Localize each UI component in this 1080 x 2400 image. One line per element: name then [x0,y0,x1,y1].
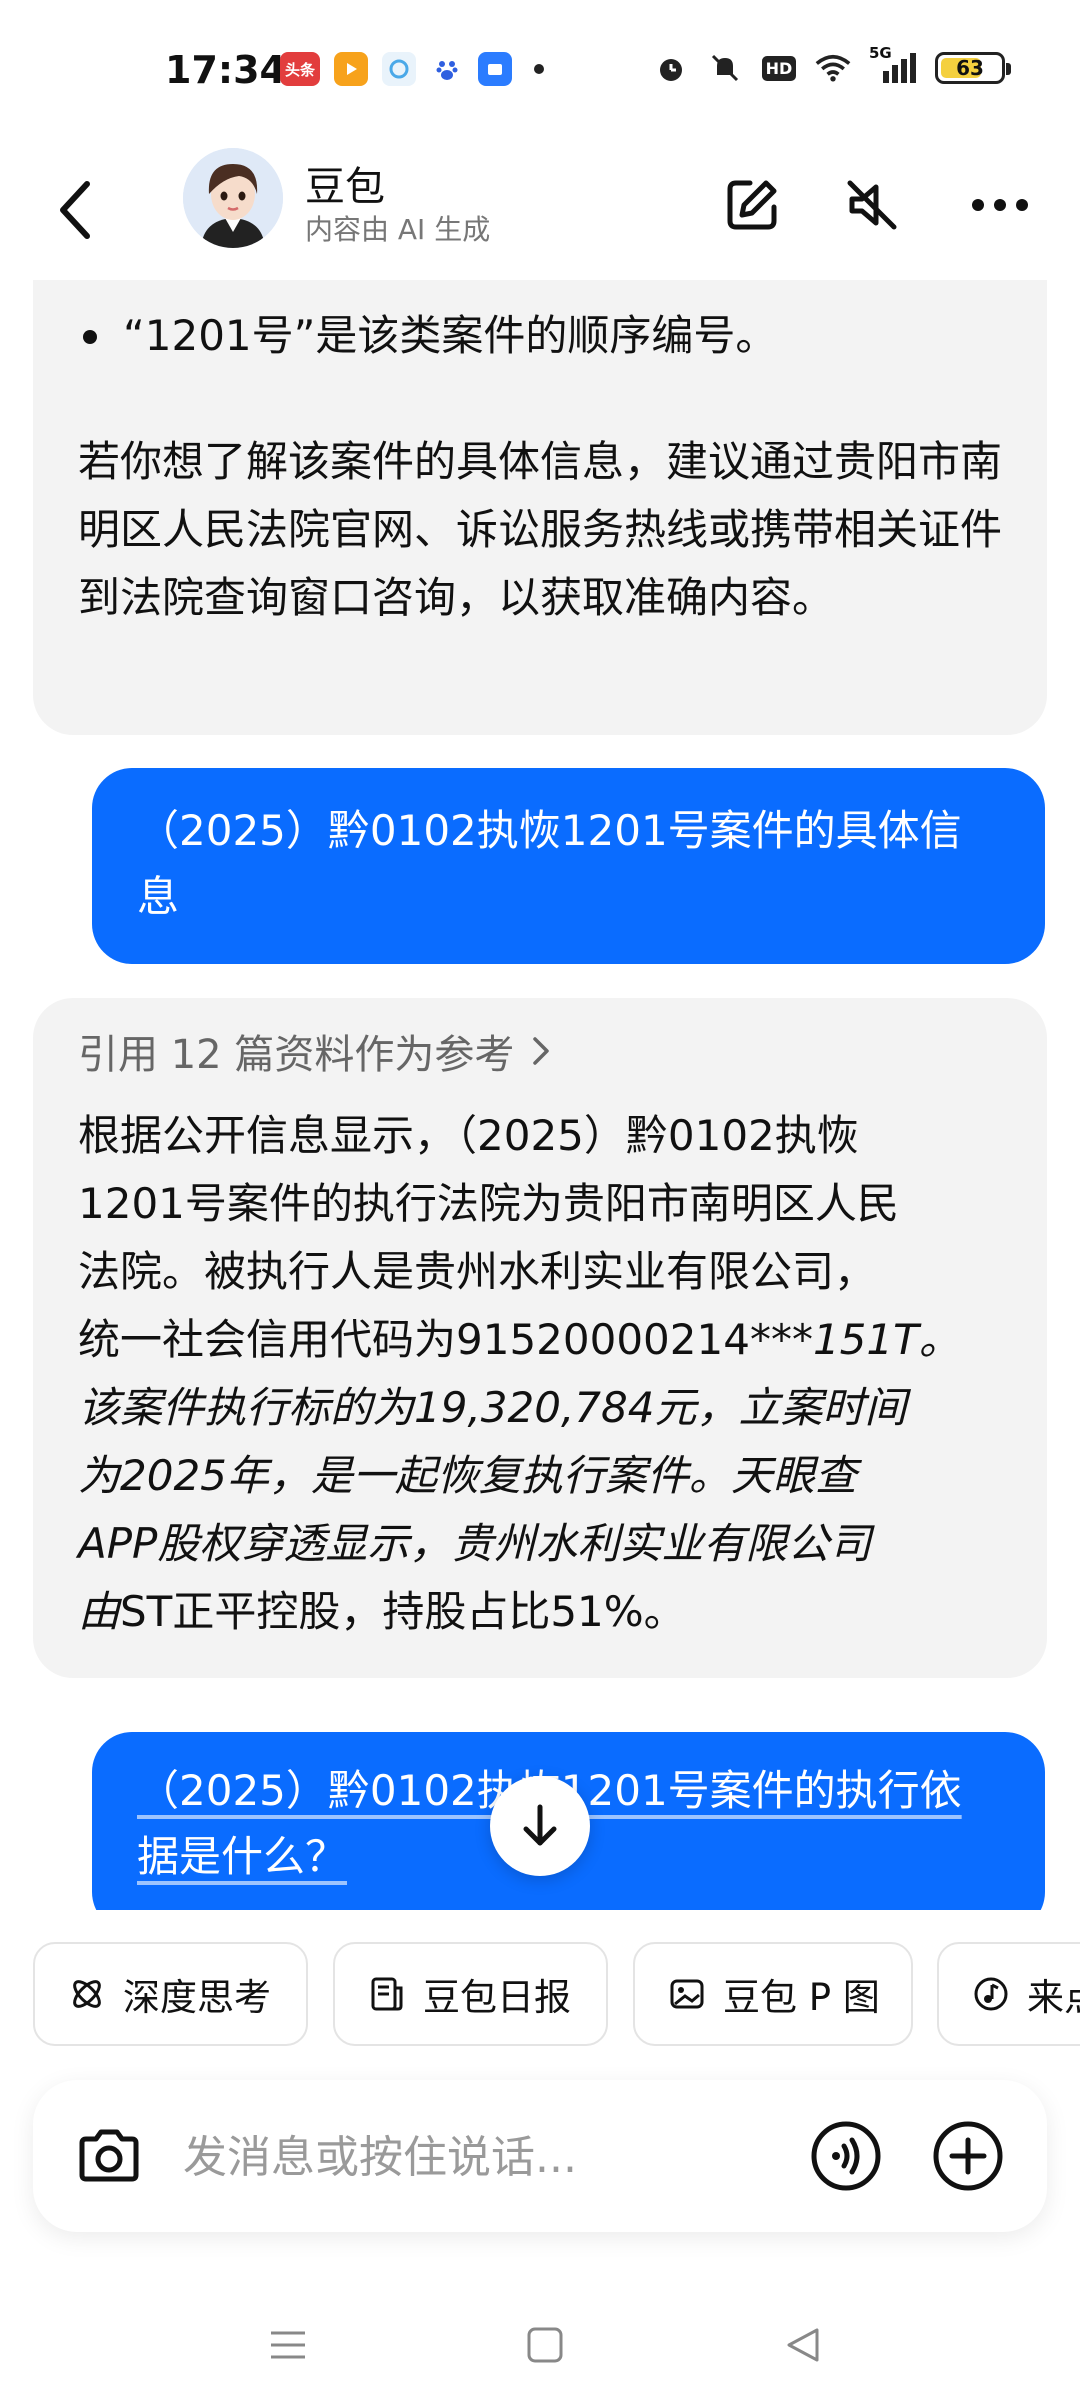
image-edit-button[interactable]: 豆包 P 图 [633,1942,913,2046]
daily-report-button[interactable]: 豆包日报 [333,1942,608,2046]
chevron-left-icon [60,181,90,239]
camera-icon [79,2129,139,2182]
status-app-icons: 头条 [280,52,544,86]
system-nav-bar [0,2290,1080,2400]
back-button[interactable] [40,170,110,250]
wifi-icon [815,50,851,86]
status-indicators: HD 5G 63 [653,44,1011,86]
bullet-icon [83,330,97,344]
app-store-icon [478,52,512,86]
voice-mute-button[interactable] [832,165,912,245]
baidu-icon [430,52,464,86]
chat-messages[interactable]: “1201号”是该类案件的顺序编号。 若你想了解该案件的具体信息，建议通过贵阳市… [0,280,1080,1910]
user-message: （2025）黔0102执恢1201号案件的具体信息 [92,768,1045,964]
status-bar: 17:34 头条 HD 5G 63 [0,0,1080,140]
bot-name: 豆包 [305,164,385,210]
back-triangle-icon [787,2328,819,2362]
ai-message: “1201号”是该类案件的顺序编号。 若你想了解该案件的具体信息，建议通过贵阳市… [33,280,1047,735]
add-attachment-button[interactable] [930,2118,1006,2194]
menu-icon [271,2331,305,2359]
ai-answer: 根据公开信息显示，（2025）黔0102执恢 1201号案件的执行法院为贵阳市南… [78,1111,961,1636]
home-button[interactable] [510,2310,580,2380]
plus-icon [933,2121,1003,2191]
status-time: 17:34 [165,48,286,92]
alarm-icon [653,50,689,86]
video-app-icon [334,52,368,86]
notification-dot-icon [534,64,544,74]
scroll-to-bottom-button[interactable] [490,1776,590,1876]
deep-think-icon [73,1980,101,2008]
more-icon [972,199,1028,211]
hd-icon: HD [761,50,797,86]
daily-report-icon [371,1977,403,2011]
more-options-button[interactable] [960,165,1040,245]
message-composer [33,2080,1047,2232]
toutiao-icon: 头条 [280,52,320,86]
ai-paragraph: 若你想了解该案件的具体信息，建议通过贵阳市南明区人民法院官网、诉讼服务热线或携带… [78,437,1003,622]
mute-icon [707,50,743,86]
chevron-right-icon [533,1037,550,1065]
browser-app-icon [382,52,416,86]
back-nav-button[interactable] [768,2310,838,2380]
chat-header: 豆包 内容由 AI 生成 [0,140,1080,280]
ai-generated-label: 内容由 AI 生成 [305,213,491,246]
ai-message: 引用 12 篇资料作为参考 根据公开信息显示，（2025）黔0102执恢 120… [33,998,1047,1678]
recent-apps-button[interactable] [253,2310,323,2380]
music-button[interactable]: 来点 [937,1942,1080,2046]
message-input[interactable] [183,2122,703,2192]
voice-call-button[interactable] [808,2118,884,2194]
list-item: “1201号”是该类案件的顺序编号。 [78,302,1002,370]
music-icon [974,1977,1008,2011]
image-edit-icon [670,1979,704,2009]
battery-icon: 63 [935,52,1011,84]
home-square-icon [527,2327,563,2363]
signal-icon: 5G [869,44,917,86]
quick-actions: 深度思考 豆包日报 豆包 P 图 来点 [33,1942,1080,2046]
avatar[interactable] [183,148,283,248]
arrow-down-icon [523,1804,557,1846]
deep-think-button[interactable]: 深度思考 [33,1942,308,2046]
new-chat-button[interactable] [712,165,792,245]
camera-button[interactable] [71,2118,147,2194]
speaker-muted-icon [847,180,897,230]
edit-icon [727,180,777,230]
references-link[interactable]: 引用 12 篇资料作为参考 [78,1022,1002,1080]
voice-wave-icon [811,2121,881,2191]
